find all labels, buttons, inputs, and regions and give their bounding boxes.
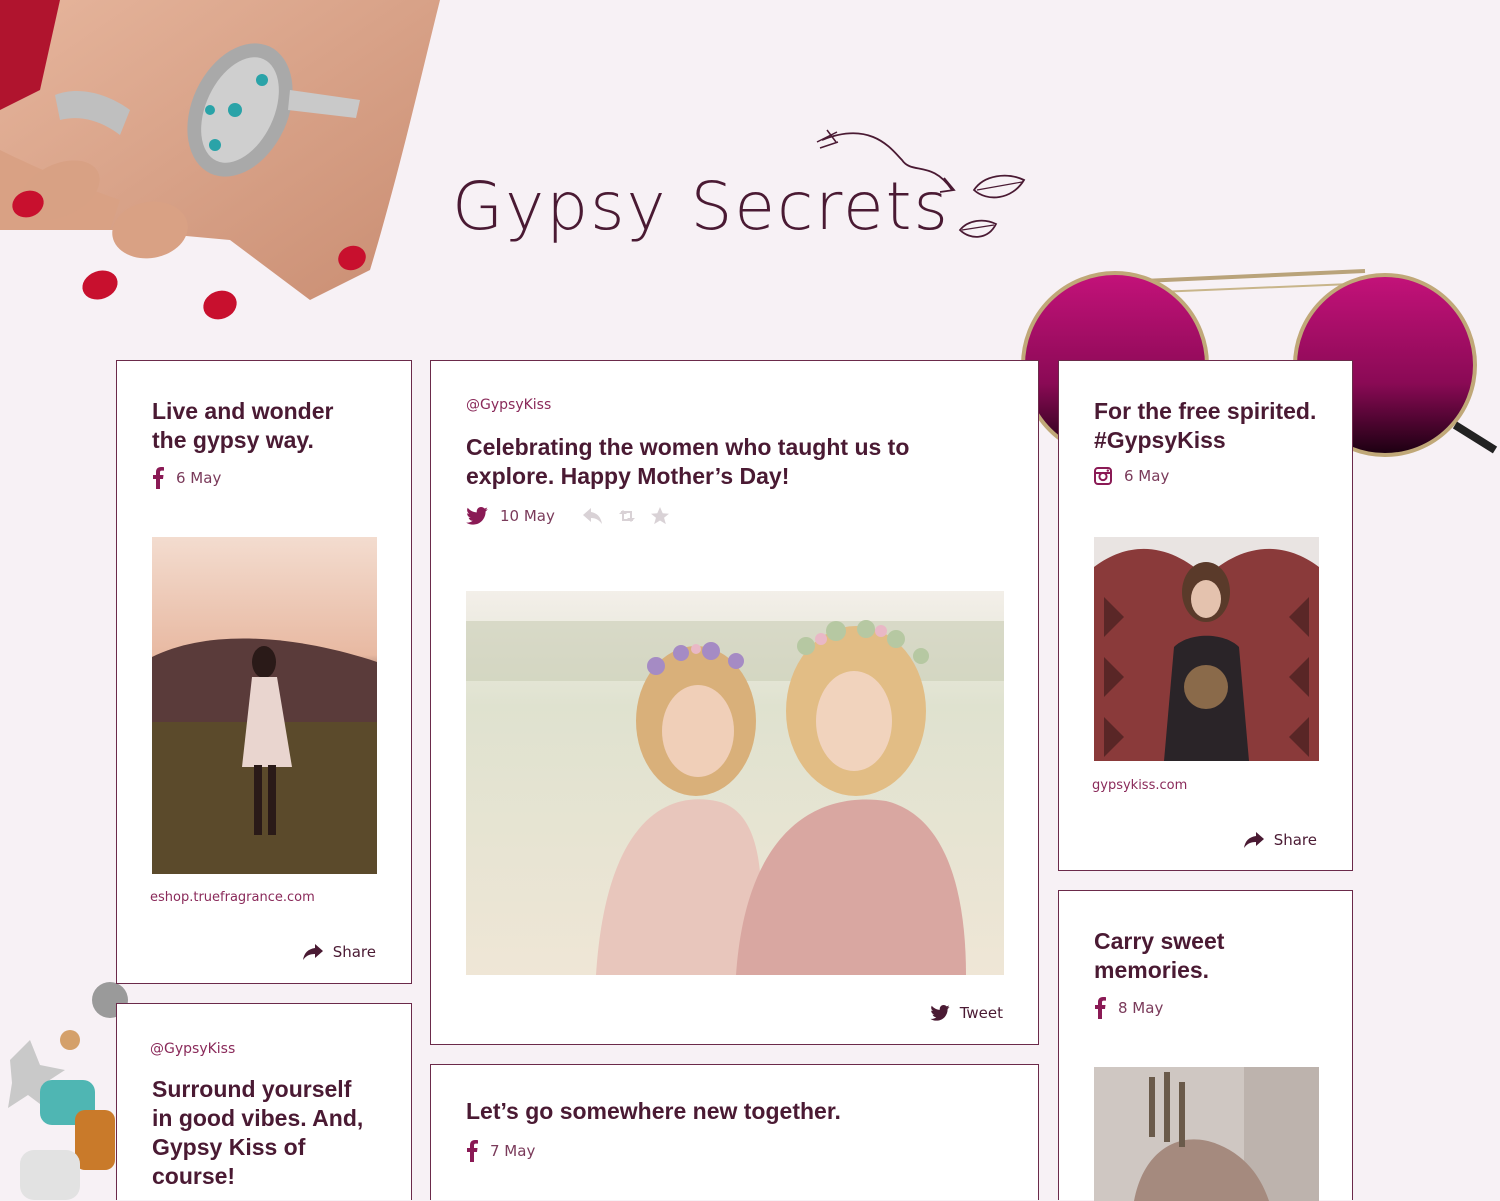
post-meta: 8 May: [1094, 997, 1344, 1019]
post-card-live-and-wonder[interactable]: Live and wonder the gypsy way. 6 May esh…: [116, 360, 412, 984]
post-title-line: #GypsyKiss: [1094, 427, 1226, 453]
retweet-icon[interactable]: [617, 508, 637, 524]
post-title-line: For the free spirited.: [1094, 398, 1317, 424]
share-arrow-icon: [1243, 832, 1264, 848]
share-label: Share: [332, 943, 376, 961]
post-source-link[interactable]: eshop.truefragrance.com: [150, 890, 315, 905]
share-arrow-icon: [302, 944, 323, 960]
post-image-sunset-girl[interactable]: [152, 537, 377, 874]
tweet-button[interactable]: Tweet: [930, 1004, 1003, 1022]
twitter-handle[interactable]: @GypsyKiss: [150, 1041, 235, 1057]
post-card-mothers-day[interactable]: @GypsyKiss Celebrating the women who tau…: [430, 360, 1039, 1045]
post-title-line: course!: [152, 1163, 236, 1189]
post-date: 6 May: [176, 469, 222, 487]
post-title: Carry sweet memories.: [1094, 927, 1344, 985]
post-title-line: Live and wonder: [152, 398, 334, 424]
facebook-icon[interactable]: [152, 467, 164, 489]
post-title-line: in good vibes. And,: [152, 1105, 364, 1131]
post-title-line: the gypsy way.: [152, 427, 314, 453]
post-source-link[interactable]: gypsykiss.com: [1092, 778, 1187, 793]
share-label: Share: [1273, 831, 1317, 849]
share-button[interactable]: Share: [1243, 831, 1317, 849]
post-title-line: explore. Happy Mother’s Day!: [466, 463, 790, 489]
post-meta: 7 May: [466, 1140, 535, 1162]
twitter-handle[interactable]: @GypsyKiss: [466, 397, 551, 413]
post-image-necklace[interactable]: [1094, 1067, 1319, 1201]
post-title: Surround yourself in good vibes. And, Gy…: [152, 1075, 402, 1191]
post-meta: 6 May: [152, 467, 392, 489]
arrow-lips-doodle-icon: [816, 129, 1026, 238]
post-title: Live and wonder the gypsy way.: [152, 397, 392, 455]
post-card-sweet-memories[interactable]: Carry sweet memories. 8 May: [1058, 890, 1353, 1201]
post-title-line: Surround yourself: [152, 1076, 352, 1102]
post-title: Let’s go somewhere new together.: [466, 1098, 841, 1124]
post-meta: 10 May: [466, 507, 683, 525]
reply-icon[interactable]: [582, 508, 603, 524]
post-meta: 6 May: [1094, 467, 1344, 485]
post-date: 6 May: [1124, 467, 1170, 485]
post-card-somewhere-new[interactable]: Let’s go somewhere new together. 7 May: [430, 1064, 1039, 1200]
facebook-icon[interactable]: [466, 1140, 478, 1162]
twitter-icon: [930, 1005, 950, 1021]
post-title-line: Celebrating the women who taught us to: [466, 434, 910, 460]
post-title-line: memories.: [1094, 957, 1210, 983]
twitter-icon[interactable]: [466, 507, 488, 525]
post-card-free-spirited[interactable]: For the free spirited. #GypsyKiss 6 May …: [1058, 360, 1353, 871]
favorite-star-icon[interactable]: [650, 507, 669, 525]
post-title: Celebrating the women who taught us to e…: [466, 433, 1026, 491]
post-title: For the free spirited. #GypsyKiss: [1094, 397, 1344, 455]
tweet-label: Tweet: [959, 1004, 1003, 1022]
share-button[interactable]: Share: [302, 943, 376, 961]
post-date: 8 May: [1118, 999, 1164, 1017]
facebook-icon[interactable]: [1094, 997, 1106, 1019]
post-card-good-vibes[interactable]: @GypsyKiss Surround yourself in good vib…: [116, 1003, 412, 1200]
post-date: 7 May: [490, 1142, 536, 1160]
post-title-line: Carry sweet: [1094, 928, 1225, 954]
post-title-line: Gypsy Kiss of: [152, 1134, 306, 1160]
instagram-icon[interactable]: [1094, 467, 1112, 485]
tweet-actions: [582, 507, 683, 525]
post-image-blanket-girl[interactable]: [1094, 537, 1319, 761]
post-image-mother-daughter[interactable]: [466, 591, 1004, 975]
post-date: 10 May: [500, 507, 555, 525]
hand-with-rings-image: [0, 0, 440, 320]
